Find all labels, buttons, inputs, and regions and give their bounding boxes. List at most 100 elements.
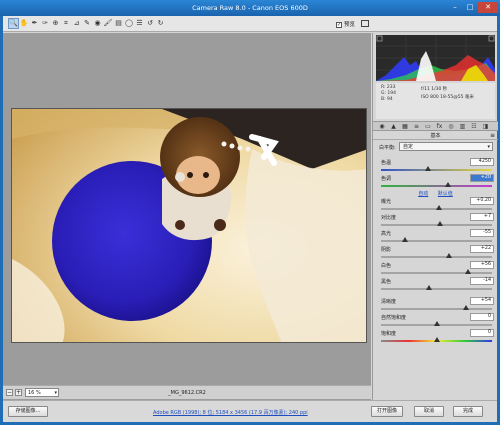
iso-lens: ISO 800 18-55@55 毫米 bbox=[421, 95, 474, 100]
adjustment-brush-tool-icon[interactable]: 🖌 bbox=[104, 19, 113, 28]
done-button[interactable]: 完成 bbox=[453, 406, 483, 417]
slider-value-field[interactable]: +54 bbox=[470, 297, 494, 305]
panel-tab-icon[interactable]: ▭ bbox=[424, 123, 432, 130]
preferences-tool-icon[interactable]: ☰ bbox=[135, 19, 144, 28]
slider-row: 高光 -55 bbox=[373, 229, 498, 245]
panel-tab-icon[interactable]: ◎ bbox=[447, 123, 455, 130]
slider-track[interactable] bbox=[381, 305, 492, 310]
white-balance-label: 白平衡: bbox=[379, 145, 396, 151]
panel-tab-icon[interactable]: ▦ bbox=[401, 123, 409, 130]
histogram-graph bbox=[376, 35, 495, 81]
slider-label: 清晰度 bbox=[381, 299, 397, 305]
slider-value-field[interactable]: +20 bbox=[470, 174, 494, 182]
slider-thumb[interactable] bbox=[402, 237, 409, 242]
slider-row: 曝光 +0.20 bbox=[373, 197, 498, 213]
minimize-button[interactable]: – bbox=[448, 2, 462, 13]
slider-thumb[interactable] bbox=[463, 305, 470, 310]
white-balance-value: 自定 bbox=[403, 144, 414, 150]
slider-thumb[interactable] bbox=[444, 182, 451, 187]
close-button[interactable]: ✕ bbox=[478, 2, 498, 13]
slider-track[interactable] bbox=[381, 237, 492, 242]
slider-track[interactable] bbox=[381, 182, 492, 187]
spot-removal-tool-icon[interactable]: ✎ bbox=[83, 19, 92, 28]
panel-tab-icon[interactable]: fx bbox=[436, 123, 444, 130]
photo-preview[interactable] bbox=[11, 108, 367, 343]
slider-value-field[interactable]: 4250 bbox=[470, 158, 494, 166]
white-balance-tool-icon[interactable]: ✒ bbox=[30, 19, 39, 28]
panel-menu-icon[interactable]: ≡ bbox=[490, 132, 495, 139]
slider-row: 饱和度 0 bbox=[373, 329, 498, 345]
slider-track[interactable] bbox=[381, 205, 492, 210]
panel-tab-icon[interactable]: ◉ bbox=[378, 123, 386, 130]
zoom-tool-icon[interactable]: 🔍 bbox=[8, 18, 19, 29]
targeted-adjustment-tool-icon[interactable]: ⊕ bbox=[51, 19, 60, 28]
slider-track[interactable] bbox=[381, 253, 492, 258]
slider-track[interactable] bbox=[381, 166, 492, 171]
panel-tabs: ◉ ▲ ▦ ≡ ▭ fx ◎ ▥ ☷ ◨ bbox=[373, 121, 498, 131]
slider-value-field[interactable]: +22 bbox=[470, 245, 494, 253]
workflow-options-link[interactable]: Adobe RGB (1998); 8 位; 5184 x 3456 (17.9… bbox=[153, 409, 308, 416]
fullscreen-icon[interactable] bbox=[361, 20, 369, 27]
color-sampler-tool-icon[interactable]: ✑ bbox=[41, 19, 50, 28]
slider-thumb[interactable] bbox=[436, 221, 443, 226]
footer-bar: 存储图像... Adobe RGB (1998); 8 位; 5184 x 34… bbox=[3, 400, 497, 422]
slider-value-field[interactable]: +7 bbox=[470, 213, 494, 221]
image-preview-area[interactable] bbox=[3, 33, 371, 400]
white-balance-select[interactable]: 自定 ▾ bbox=[399, 142, 493, 151]
slider-row: 清晰度 +54 bbox=[373, 297, 498, 313]
camera-info: R: 233 G: 194 B: 94 f/11 1/30 秒 ISO 800 … bbox=[376, 83, 495, 119]
slider-row: 白色 +56 bbox=[373, 261, 498, 277]
slider-track[interactable] bbox=[381, 321, 492, 326]
slider-label: 对比度 bbox=[381, 215, 397, 221]
slider-label: 饱和度 bbox=[381, 331, 397, 337]
slider-thumb[interactable] bbox=[445, 253, 452, 258]
rotate-cw-tool-icon[interactable]: ↻ bbox=[156, 19, 165, 28]
red-eye-tool-icon[interactable]: ◉ bbox=[93, 19, 102, 28]
slider-row: 自然饱和度 0 bbox=[373, 313, 498, 329]
maximize-button[interactable]: □ bbox=[463, 2, 477, 13]
slider-track[interactable] bbox=[381, 337, 492, 342]
straighten-tool-icon[interactable]: ⊿ bbox=[72, 19, 81, 28]
panel-tab-icon[interactable]: ▲ bbox=[390, 123, 398, 130]
slider-thumb[interactable] bbox=[435, 205, 442, 210]
panel-tab-icon[interactable]: ▥ bbox=[459, 123, 467, 130]
slider-label: 阴影 bbox=[381, 247, 392, 253]
open-image-button[interactable]: 打开图像 bbox=[371, 406, 403, 417]
checkbox-box[interactable]: ✓ bbox=[336, 21, 342, 28]
slider-thumb[interactable] bbox=[424, 166, 431, 171]
slider-track[interactable] bbox=[381, 221, 492, 226]
slider-value-field[interactable]: 0 bbox=[470, 313, 494, 321]
preview-checkbox[interactable]: ✓ 预览 bbox=[336, 20, 355, 28]
slider-thumb[interactable] bbox=[464, 269, 471, 274]
slider-row: 阴影 +22 bbox=[373, 245, 498, 261]
radial-filter-tool-icon[interactable]: ◯ bbox=[125, 19, 134, 28]
slider-row: 色调 +20 bbox=[373, 174, 498, 190]
slider-thumb[interactable] bbox=[433, 337, 440, 342]
slider-thumb[interactable] bbox=[425, 285, 432, 290]
hand-tool-icon[interactable]: ✋ bbox=[20, 19, 29, 28]
slider-value-field[interactable]: 0 bbox=[470, 329, 494, 337]
graduated-filter-tool-icon[interactable]: ▤ bbox=[114, 19, 123, 28]
exif-readout: f/11 1/30 秒 ISO 800 18-55@55 毫米 bbox=[421, 86, 474, 102]
adjustment-panel: R: 233 G: 194 B: 94 f/11 1/30 秒 ISO 800 … bbox=[372, 33, 498, 400]
slider-value-field[interactable]: +0.20 bbox=[470, 197, 494, 205]
slider-value-field[interactable]: -14 bbox=[470, 277, 494, 285]
slider-value-field[interactable]: +56 bbox=[470, 261, 494, 269]
toolbar: ✓ 预览 🔍 ✋ ✒ ✑ ⊕ ⌗ ⊿ ✎ ◉ 🖌 ▤ ◯ ☰ ↺ ↻ bbox=[3, 16, 497, 32]
panel-tab-icon[interactable]: ≡ bbox=[413, 123, 421, 130]
preview-status-bar: − + 16 % ▾ _MG_9612.CR2 bbox=[3, 385, 371, 399]
slider-value-field[interactable]: -55 bbox=[470, 229, 494, 237]
cancel-button[interactable]: 取消 bbox=[414, 406, 444, 417]
rotate-ccw-tool-icon[interactable]: ↺ bbox=[146, 19, 155, 28]
slider-track[interactable] bbox=[381, 269, 492, 274]
crop-tool-icon[interactable]: ⌗ bbox=[62, 19, 71, 28]
panel-tab-icon[interactable]: ◨ bbox=[482, 123, 490, 130]
rgb-b: B: 94 bbox=[381, 97, 393, 102]
slider-label: 自然饱和度 bbox=[381, 315, 407, 321]
histogram bbox=[376, 35, 495, 81]
save-image-button[interactable]: 存储图像... bbox=[8, 406, 48, 417]
section-title-text: 基本 bbox=[430, 133, 441, 139]
slider-thumb[interactable] bbox=[433, 321, 440, 326]
slider-track[interactable] bbox=[381, 285, 492, 290]
panel-tab-icon[interactable]: ☷ bbox=[470, 123, 478, 130]
